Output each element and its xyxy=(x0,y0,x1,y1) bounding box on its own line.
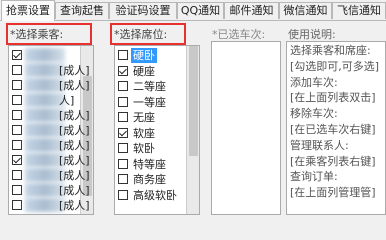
seat-item[interactable]: 软卧 xyxy=(115,141,187,156)
usage-line: [在上面列管理管] xyxy=(290,186,376,200)
seat-checkbox[interactable] xyxy=(118,65,128,76)
passenger-item[interactable]: [成人] xyxy=(9,123,90,138)
tab-ticket-settings[interactable]: 抢票设置 xyxy=(1,0,55,21)
usage-line: [在上面列表双击] xyxy=(290,91,376,105)
seat-checkbox[interactable] xyxy=(118,96,128,107)
passenger-type-label: 人] xyxy=(59,94,75,107)
passenger-checkbox[interactable] xyxy=(12,50,22,60)
passenger-item[interactable]: [成人] xyxy=(9,198,90,213)
seat-item[interactable]: 二等座 xyxy=(115,79,187,94)
passenger-checkbox[interactable] xyxy=(12,80,22,90)
passenger-checkbox[interactable] xyxy=(12,125,22,135)
passenger-checkbox[interactable] xyxy=(12,140,22,150)
passenger-type-label: [成人] xyxy=(59,109,90,122)
usage-line: 移除车次: xyxy=(290,107,338,121)
tab-qq-notify[interactable]: QQ通知 xyxy=(177,2,224,19)
passenger-checkbox[interactable] xyxy=(12,185,22,195)
passenger-item[interactable] xyxy=(9,48,81,63)
selected-trains-list[interactable] xyxy=(211,41,281,215)
seat-list[interactable]: 硬卧 硬座二等座一等座无座软座软卧特等座商务座高级软卧 xyxy=(114,45,200,215)
passenger-type-label: [成人] xyxy=(59,199,90,212)
tab-query-sale[interactable]: 查询起售 xyxy=(55,2,109,19)
passenger-type-label: [成人] xyxy=(59,79,90,92)
seat-checkbox[interactable] xyxy=(118,112,128,122)
seat-checkbox[interactable] xyxy=(118,50,128,60)
passenger-checkbox[interactable] xyxy=(12,65,22,75)
usage-line: [在已选车次右键] xyxy=(290,122,376,136)
seat-label: 高级软卧 xyxy=(133,188,177,202)
passenger-type-label: [成人] xyxy=(59,139,90,152)
tab-wechat-notify[interactable]: 微信通知 xyxy=(279,2,332,19)
passenger-type-label: [成人] xyxy=(59,169,90,182)
passenger-type-label: [成人] xyxy=(59,184,90,197)
usage-help-box: 选择乘客和席座: [勾选即可,可多选] 添加车次: [在上面列表双击] 移除车次… xyxy=(286,41,386,215)
passenger-type-label: [成人] xyxy=(59,154,90,167)
passenger-item[interactable]: [成人] xyxy=(9,138,90,153)
tab-captcha-settings[interactable]: 验证码设置 xyxy=(109,2,177,19)
seat-item[interactable]: 高级软卧 xyxy=(115,188,187,203)
seat-label: 无座 xyxy=(133,111,155,124)
seat-label: 软卧 xyxy=(133,142,155,155)
passenger-checkbox[interactable] xyxy=(12,95,22,105)
seat-label: 一等座 xyxy=(133,95,166,109)
usage-line: 查询订单: xyxy=(290,170,338,184)
seat-item[interactable]: 软座 xyxy=(115,126,187,141)
seat-checkbox[interactable] xyxy=(118,143,128,153)
passenger-item[interactable]: [成人] xyxy=(9,108,90,123)
seat-checkbox[interactable] xyxy=(118,189,128,200)
usage-title: 使用说明: xyxy=(288,28,336,41)
tab-fetion-notify[interactable]: 飞信通知 xyxy=(332,2,386,19)
tab-bar: 抢票设置 查询起售 验证码设置 QQ通知 邮件通知 微信通知 飞信通知 xyxy=(0,0,386,21)
passenger-type-label: [成人] xyxy=(59,124,90,137)
seat-label: 硬座 xyxy=(133,64,155,78)
passenger-list[interactable]: [成人] [成人] 人] [成人] [成人] [成人] [成人] [成人] [成人] [成人] xyxy=(8,45,94,215)
seat-item[interactable]: 无座 xyxy=(115,110,187,125)
passenger-item[interactable]: [成人] xyxy=(9,78,90,93)
usage-line: 选择乘客和席座: xyxy=(290,44,371,57)
usage-line: [在乘客列表右键] xyxy=(290,154,376,168)
seat-item[interactable]: 硬座 xyxy=(115,64,187,79)
passenger-item[interactable]: [成人] xyxy=(9,153,90,168)
scrollbar-thumb[interactable] xyxy=(189,46,198,156)
seat-label: 软座 xyxy=(133,126,155,140)
seat-item[interactable]: 硬卧 xyxy=(115,48,187,63)
seat-label: 商务座 xyxy=(133,173,166,186)
passenger-checkbox[interactable] xyxy=(12,155,22,165)
usage-line: 添加车次: xyxy=(290,75,338,89)
seat-label: 硬卧 xyxy=(131,48,157,63)
passenger-checkbox[interactable] xyxy=(12,200,22,210)
seat-item[interactable]: 一等座 xyxy=(115,95,187,110)
redacted-name xyxy=(25,48,65,62)
seat-item[interactable]: 商务座 xyxy=(115,172,187,187)
seat-label: 二等座 xyxy=(133,80,166,93)
passenger-item[interactable]: [成人] xyxy=(9,168,90,183)
usage-line: 管理联系人: xyxy=(290,138,349,152)
usage-line: [勾选即可,可多选] xyxy=(290,59,380,73)
seat-checkbox[interactable] xyxy=(118,158,128,169)
seat-list-scrollbar[interactable] xyxy=(186,46,199,214)
seat-checkbox[interactable] xyxy=(118,127,128,138)
passenger-item[interactable]: 人] xyxy=(9,93,81,108)
seat-title: *选择席位: xyxy=(114,28,168,41)
passenger-item[interactable]: [成人] xyxy=(9,183,90,198)
seat-item[interactable]: 特等座 xyxy=(115,157,187,172)
tab-email-notify[interactable]: 邮件通知 xyxy=(224,2,279,19)
seat-checkbox[interactable] xyxy=(118,81,128,91)
seat-label: 特等座 xyxy=(133,157,166,171)
passenger-type-label: [成人] xyxy=(59,64,90,77)
passenger-checkbox[interactable] xyxy=(12,170,22,180)
passenger-checkbox[interactable] xyxy=(12,110,22,120)
selected-trains-title: *已选车次: xyxy=(212,28,266,41)
passenger-item[interactable]: [成人] xyxy=(9,63,90,78)
passenger-title: *选择乘客: xyxy=(10,28,64,41)
seat-checkbox[interactable] xyxy=(118,174,128,184)
